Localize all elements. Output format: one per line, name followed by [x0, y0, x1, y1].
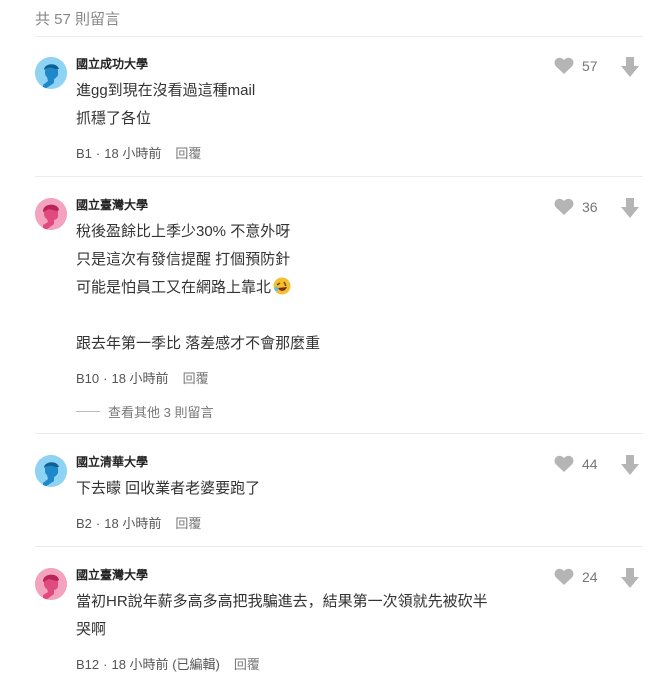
timestamp: 18 小時前 [111, 657, 169, 672]
more-replies-label: 查看其他 3 則留言 [108, 405, 214, 420]
avatar[interactable] [35, 455, 67, 487]
like-button[interactable]: 24 [554, 568, 604, 586]
heart-icon [554, 568, 574, 585]
comment-meta: B2 · 18 小時前 回覆 [76, 516, 202, 531]
comment-line: 抓穩了各位 [76, 110, 152, 127]
dislike-button[interactable] [621, 455, 639, 480]
divider [35, 546, 643, 547]
male-avatar-icon [35, 455, 67, 487]
divider [35, 433, 643, 434]
timestamp: 18 小時前 [104, 146, 162, 161]
comment-line: 可能是怕員工又在網路上靠北 [76, 274, 536, 302]
comment-line: 當初HR說年薪多高多高把我騙進去，結果第一次領就先被砍半 [76, 593, 488, 610]
heart-icon [554, 455, 574, 472]
comment-count: 共 57 則留言 [35, 11, 121, 28]
comment-body: 進gg到現在沒看過這種mail 抓穩了各位 [76, 77, 536, 133]
like-button[interactable]: 57 [554, 57, 604, 75]
comment-body: 當初HR說年薪多高多高把我騙進去，結果第一次領就先被砍半 哭啊 [76, 588, 536, 644]
comment-item: 國立臺灣大學 當初HR說年薪多高多高把我騙進去，結果第一次領就先被砍半 哭啊 B… [0, 568, 661, 678]
divider [35, 176, 643, 177]
reply-button[interactable]: 回覆 [175, 516, 201, 531]
heart-icon [554, 57, 574, 74]
school-name[interactable]: 國立清華大學 [76, 455, 148, 469]
male-avatar-icon [35, 57, 67, 89]
female-avatar-icon [35, 198, 67, 230]
avatar[interactable] [35, 57, 67, 89]
reply-button[interactable]: 回覆 [183, 371, 209, 386]
comment-body: 下去矇 回收業者老婆要跑了 [76, 475, 536, 503]
floor-label: B12 [76, 657, 100, 672]
down-arrow-icon [621, 455, 639, 475]
down-arrow-icon [621, 568, 639, 588]
dislike-button[interactable] [621, 568, 639, 593]
school-name[interactable]: 國立臺灣大學 [76, 568, 148, 582]
reply-button[interactable]: 回覆 [234, 657, 260, 672]
down-arrow-icon [621, 198, 639, 218]
comment-line-text: 可能是怕員工又在網路上靠北 [76, 279, 272, 296]
comment-meta: B10 · 18 小時前 回覆 [76, 371, 209, 386]
school-name[interactable]: 國立成功大學 [76, 57, 148, 71]
dislike-button[interactable] [621, 57, 639, 82]
floor-label: B2 [76, 516, 92, 531]
timestamp: 18 小時前 [111, 371, 169, 386]
comment-line [76, 302, 536, 330]
comment-line: 進gg到現在沒看過這種mail [76, 82, 256, 99]
like-count: 57 [582, 58, 598, 74]
female-avatar-icon [35, 568, 67, 600]
comment-line: 稅後盈餘比上季少30% 不意外呀 [76, 223, 291, 240]
comment-meta: B1 · 18 小時前 回覆 [76, 146, 202, 161]
like-count: 44 [582, 456, 598, 472]
like-count: 24 [582, 569, 598, 585]
avatar[interactable] [35, 568, 67, 600]
comment-line: 下去矇 回收業者老婆要跑了 [76, 480, 261, 497]
avatar[interactable] [35, 198, 67, 230]
comment-line: 只是這次有發信提醒 打個預防針 [76, 251, 291, 268]
divider [35, 36, 643, 37]
like-count: 36 [582, 199, 598, 215]
dislike-button[interactable] [621, 198, 639, 223]
heart-icon [554, 198, 574, 215]
like-button[interactable]: 36 [554, 198, 604, 216]
school-name[interactable]: 國立臺灣大學 [76, 198, 148, 212]
like-button[interactable]: 44 [554, 455, 604, 473]
rolling-laughing-emoji-icon [273, 277, 291, 305]
comment-item: 國立清華大學 下去矇 回收業者老婆要跑了 B2 · 18 小時前 回覆 44 [0, 455, 661, 535]
comment-item: 國立成功大學 進gg到現在沒看過這種mail 抓穩了各位 B1 · 18 小時前 回覆… [0, 57, 661, 167]
comment-meta: B12 · 18 小時前 (已編輯) 回覆 [76, 657, 260, 672]
comment-item: 國立臺灣大學 稅後盈餘比上季少30% 不意外呀 只是這次有發信提醒 打個預防針 … [0, 198, 661, 428]
timestamp: 18 小時前 [104, 516, 162, 531]
floor-label: B10 [76, 371, 100, 386]
more-replies-line [76, 411, 100, 412]
floor-label: B1 [76, 146, 92, 161]
comment-line: 跟去年第一季比 落差感才不會那麼重 [76, 335, 321, 352]
comment-body: 稅後盈餘比上季少30% 不意外呀 只是這次有發信提醒 打個預防針 可能是怕員工又… [76, 218, 536, 358]
comment-line: 哭啊 [76, 621, 107, 638]
down-arrow-icon [621, 57, 639, 77]
reply-button[interactable]: 回覆 [175, 146, 201, 161]
edited-label: (已編輯) [172, 657, 220, 672]
more-replies-link[interactable]: 查看其他 3 則留言 [76, 402, 213, 421]
